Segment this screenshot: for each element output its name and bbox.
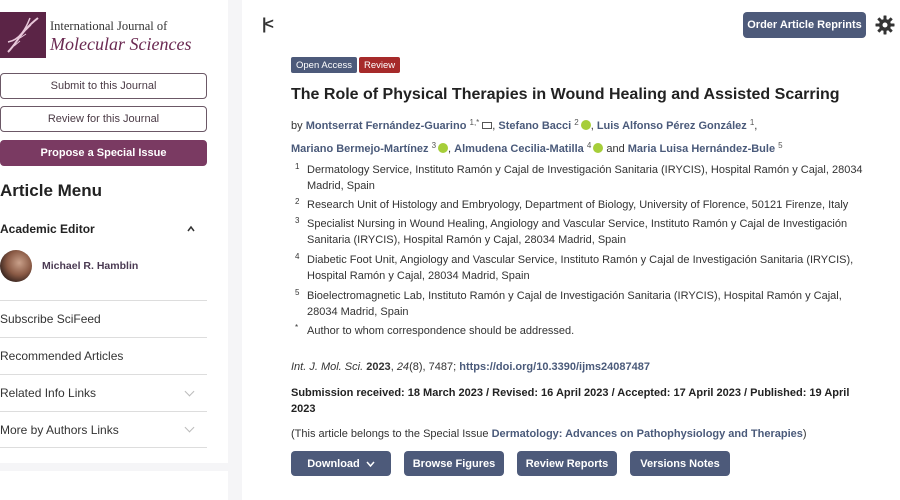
submit-to-journal-button[interactable]: Submit to this Journal — [0, 73, 207, 99]
affiliation-number: 1 — [295, 162, 300, 171]
author-link[interactable]: Montserrat Fernández-Guarino — [306, 120, 467, 132]
affiliation-text: Diabetic Foot Unit, Angiology and Vascul… — [307, 254, 854, 282]
affiliation-number: 5 — [295, 288, 300, 297]
special-issue-link[interactable]: Dermatology: Advances on Pathophysiology… — [492, 428, 803, 440]
sidebar: International Journal of Molecular Scien… — [0, 0, 228, 500]
review-reports-button[interactable]: Review Reports — [517, 451, 617, 476]
orcid-icon[interactable] — [580, 120, 591, 130]
author-link[interactable]: Maria Luisa Hernández-Bule — [628, 143, 775, 155]
orcid-icon[interactable] — [438, 143, 449, 153]
affiliation-item: 3 Specialist Nursing in Wound Healing, A… — [295, 216, 875, 248]
browse-figures-button[interactable]: Browse Figures — [404, 451, 504, 476]
affiliation-number: 3 — [295, 216, 300, 225]
academic-editor-toggle[interactable]: Academic Editor — [0, 222, 207, 236]
sidebar-item-label: More by Authors Links — [0, 422, 119, 437]
academic-editor[interactable]: Michael R. Hamblin — [0, 250, 138, 282]
author-sup: 5 — [778, 141, 783, 150]
journal-name[interactable]: International Journal of Molecular Scien… — [50, 20, 191, 53]
editor-name[interactable]: Michael R. Hamblin — [42, 260, 138, 272]
gear-icon[interactable] — [875, 15, 895, 35]
sidebar-item-more-by-authors[interactable]: More by Authors Links — [0, 411, 207, 448]
collapse-sidebar-icon[interactable]: |< — [262, 16, 274, 34]
author-sup: 1 — [749, 118, 755, 127]
affiliation-item: 1 Dermatology Service, Instituto Ramón y… — [295, 162, 875, 194]
sidebar-item-label: Recommended Articles — [0, 349, 124, 363]
affiliation-number: 2 — [295, 197, 300, 206]
affiliation-text: Author to whom correspondence should be … — [307, 325, 575, 337]
propose-special-issue-button[interactable]: Propose a Special Issue — [0, 140, 207, 166]
affiliation-item: 2 Research Unit of Histology and Embryol… — [295, 197, 875, 213]
order-reprints-button[interactable]: Order Article Reprints — [743, 12, 866, 38]
article-title: The Role of Physical Therapies in Wound … — [291, 86, 840, 103]
affiliation-number: * — [295, 323, 299, 332]
open-access-badge: Open Access — [291, 57, 357, 73]
citation-issue: (8), 7487; — [409, 361, 457, 373]
doi-link[interactable]: https://doi.org/10.3390/ijms24087487 — [459, 361, 650, 373]
download-label: Download — [307, 457, 360, 470]
author-link[interactable]: Almudena Cecilia-Matilla — [454, 143, 584, 155]
affiliation-text: Specialist Nursing in Wound Healing, Ang… — [307, 218, 848, 246]
sidebar-item-subscribe-scifeed[interactable]: Subscribe SciFeed — [0, 300, 207, 337]
article-menu-title: Article Menu — [0, 181, 103, 200]
author-sup: 2 — [574, 118, 579, 127]
sidebar-item-recommended-articles[interactable]: Recommended Articles — [0, 337, 207, 374]
affiliation-text: Research Unit of Histology and Embryolog… — [307, 199, 849, 211]
sidebar-item-label: Subscribe SciFeed — [0, 312, 101, 326]
author-sup: 1,* — [469, 118, 480, 127]
citation-volume: 24 — [396, 361, 410, 373]
sidebar-next-panel — [0, 463, 228, 500]
journal-name-line1: International Journal of — [50, 19, 168, 33]
correspondence-note: * Author to whom correspondence should b… — [295, 323, 875, 339]
orcid-icon[interactable] — [593, 143, 604, 153]
by-label: by — [291, 120, 303, 132]
sidebar-item-label: Related Info Links — [0, 386, 97, 400]
chevron-down-icon — [366, 461, 375, 467]
affiliation-item: 4 Diabetic Foot Unit, Angiology and Vasc… — [295, 252, 875, 284]
review-for-journal-button[interactable]: Review for this Journal — [0, 106, 207, 132]
citation-journal: Int. J. Mol. Sci. — [291, 361, 364, 373]
journal-logo-icon[interactable] — [0, 12, 46, 58]
versions-notes-button[interactable]: Versions Notes — [630, 451, 730, 476]
and-label: and — [606, 143, 625, 155]
affiliation-number: 4 — [295, 252, 300, 261]
special-issue-prefix: (This article belongs to the Special Iss… — [291, 428, 489, 440]
review-badge: Review — [359, 57, 401, 73]
chevron-down-icon — [184, 422, 195, 433]
chevron-up-icon — [187, 225, 195, 232]
citation: Int. J. Mol. Sci. 2023, 24(8), 7487; htt… — [291, 361, 650, 373]
affiliation-item: 5 Bioelectromagnetic Lab, Instituto Ramó… — [295, 288, 875, 320]
publication-dates: Submission received: 18 March 2023 / Rev… — [291, 387, 850, 415]
email-icon[interactable] — [482, 122, 493, 129]
avatar — [0, 250, 32, 282]
sidebar-item-related-info-links[interactable]: Related Info Links — [0, 374, 207, 411]
article-panel — [242, 0, 900, 500]
author-link[interactable]: Luis Alfonso Pérez González — [597, 120, 747, 132]
special-issue-note: (This article belongs to the Special Iss… — [291, 428, 807, 440]
author-sup: 3 — [431, 141, 437, 150]
author-link[interactable]: Mariano Bermejo-Martínez — [291, 143, 429, 155]
author-list: by Montserrat Fernández-Guarino 1,*, Ste… — [291, 118, 783, 155]
download-button[interactable]: Download — [291, 451, 391, 476]
affiliation-text: Dermatology Service, Instituto Ramón y C… — [307, 164, 863, 192]
special-issue-suffix: ) — [802, 428, 807, 440]
journal-name-line2: Molecular Sciences — [50, 33, 192, 54]
chevron-down-icon — [184, 386, 195, 396]
author-sup: 4 — [586, 141, 592, 150]
academic-editor-label: Academic Editor — [0, 222, 95, 236]
author-link[interactable]: Stefano Bacci — [498, 120, 571, 132]
affiliation-text: Bioelectromagnetic Lab, Instituto Ramón … — [307, 290, 842, 318]
citation-year: 2023 — [366, 361, 391, 373]
